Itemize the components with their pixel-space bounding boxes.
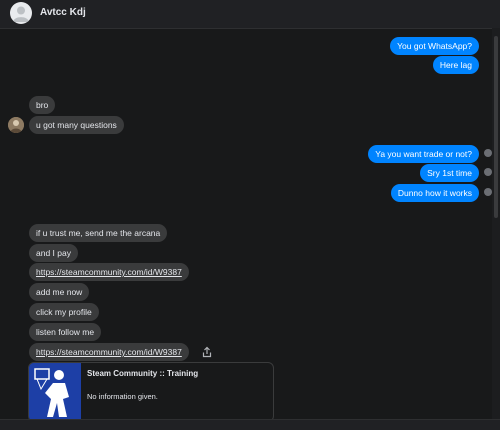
contact-name[interactable]: Avtcc Kdj — [40, 7, 86, 18]
seen-indicator-icon — [484, 149, 492, 157]
message-incoming[interactable]: and I pay — [29, 244, 78, 262]
scrollbar[interactable] — [492, 28, 500, 428]
message-link[interactable]: https://steamcommunity.com/id/W9387 — [29, 343, 189, 361]
link-preview-image — [29, 363, 81, 421]
message-incoming[interactable]: add me now — [29, 283, 90, 301]
scrollbar-thumb[interactable] — [494, 36, 498, 218]
composer-bar — [0, 419, 500, 430]
message-outgoing[interactable]: Sry 1st time — [420, 164, 479, 182]
user-avatar-icon — [8, 117, 24, 133]
message-outgoing[interactable]: Here lag — [432, 56, 479, 74]
link-preview-description: No information given. — [87, 392, 158, 401]
chat-header: Avtcc Kdj — [0, 0, 500, 29]
seen-indicator-icon — [484, 168, 492, 176]
message-outgoing[interactable]: You got WhatsApp? — [390, 37, 479, 55]
message-incoming[interactable]: bro — [29, 96, 56, 114]
contact-avatar[interactable] — [8, 117, 24, 133]
message-incoming[interactable]: u got many questions — [29, 116, 124, 134]
user-avatar-icon — [13, 6, 29, 22]
message-incoming[interactable]: listen follow me — [29, 323, 102, 341]
message-outgoing[interactable]: Ya you want trade or not? — [368, 145, 479, 163]
message-outgoing[interactable]: Dunno how it works — [390, 184, 479, 202]
seen-indicator-icon — [484, 188, 492, 196]
contact-avatar-header[interactable] — [10, 2, 32, 24]
message-incoming[interactable]: click my profile — [29, 303, 99, 321]
message-link[interactable]: https://steamcommunity.com/id/W9387 — [29, 263, 189, 281]
link-preview-title: Steam Community :: Training — [87, 369, 199, 378]
message-incoming[interactable]: if u trust me, send me the arcana — [29, 224, 168, 242]
link-preview-card[interactable]: Steam Community :: Training No informati… — [28, 362, 274, 422]
share-icon[interactable] — [201, 346, 213, 358]
